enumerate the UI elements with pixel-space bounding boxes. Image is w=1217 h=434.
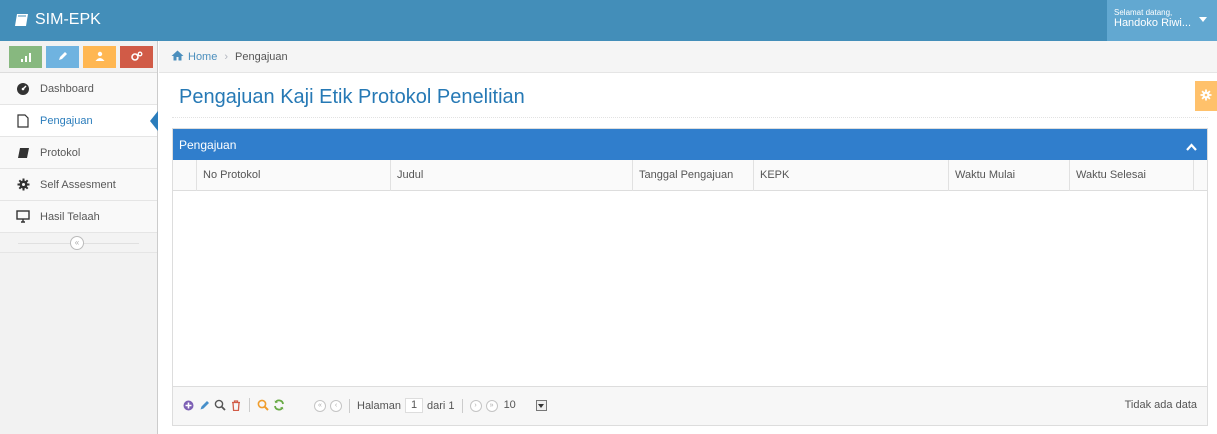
zoom-icon[interactable] [214, 399, 226, 411]
breadcrumb-home-label: Home [188, 50, 218, 63]
users-icon[interactable] [83, 45, 116, 68]
brand[interactable]: SIM-EPK [14, 11, 101, 29]
column-header-waktu-selesai[interactable]: Waktu Selesai [1070, 160, 1194, 191]
first-page-icon[interactable]: « [314, 399, 326, 412]
title-divider [172, 117, 1208, 118]
pager-actions [182, 398, 285, 412]
dashboard-icon [16, 82, 30, 96]
add-circle-icon[interactable] [182, 399, 194, 411]
sidebar-collapse-row: « [0, 233, 157, 253]
sidebar-item-label: Pengajuan [40, 114, 93, 127]
ace-settings-button[interactable] [1195, 81, 1217, 111]
trash-icon[interactable] [230, 399, 242, 411]
caret-down-icon [1199, 17, 1207, 22]
collapse-grid-chevron-up-icon[interactable] [1186, 140, 1197, 154]
user-name: Handoko Riwi... [1114, 17, 1192, 29]
dropdown-arrow-icon[interactable] [535, 400, 547, 411]
user-menu[interactable]: Selamat datang, Handoko Riwi... [1107, 0, 1217, 41]
column-header-kepk[interactable]: KEPK [754, 160, 949, 191]
book-icon [16, 146, 30, 160]
page-label: Halaman [357, 399, 402, 412]
next-page-icon[interactable]: › [469, 399, 482, 412]
cogs-icon[interactable] [120, 45, 153, 68]
sidebar-item-self-assesment[interactable]: Self Assesment [0, 169, 157, 201]
sidebar-item-protokol[interactable]: Protokol [0, 137, 157, 169]
page-title: Pengajuan Kaji Etik Protokol Penelitian [179, 86, 525, 108]
collapse-sidebar-button[interactable]: « [70, 236, 84, 250]
pager-navigation: « ‹ Halaman 1 dari 1 › » 10 [314, 398, 547, 413]
page-total-label: dari 1 [427, 399, 455, 412]
book-icon [14, 13, 29, 27]
grid-pager: « ‹ Halaman 1 dari 1 › » 10 Tidak ada da… [173, 386, 1207, 425]
column-header-judul[interactable]: Judul [391, 160, 633, 191]
file-icon [16, 113, 30, 128]
sidebar-item-pengajuan[interactable]: Pengajuan [0, 105, 158, 137]
sidebar: Dashboard Pengajuan Protokol Self Assesm… [0, 41, 158, 434]
breadcrumb-home-link[interactable]: Home [171, 50, 217, 64]
sidebar-shortcuts [0, 41, 157, 73]
monitor-icon [16, 210, 30, 224]
sidebar-item-label: Self Assesment [40, 178, 116, 191]
signal-icon[interactable] [9, 45, 42, 68]
pencil-icon[interactable] [46, 45, 79, 68]
last-page-icon[interactable]: » [485, 399, 498, 412]
pengajuan-grid: Pengajuan No Protokol Judul Tanggal Peng… [172, 128, 1208, 426]
sidebar-item-dashboard[interactable]: Dashboard [0, 73, 157, 105]
grid-header-row: No Protokol Judul Tanggal Pengajuan KEPK… [173, 160, 1207, 191]
sidebar-item-label: Protokol [40, 146, 81, 159]
refresh-icon[interactable] [273, 399, 285, 411]
column-rownum [173, 160, 197, 191]
grid-body [173, 191, 1207, 386]
pager-divider [461, 398, 463, 413]
pager-divider [349, 398, 350, 413]
home-icon [171, 50, 184, 64]
page-number-input[interactable]: 1 [405, 398, 424, 413]
prev-page-icon[interactable]: ‹ [330, 399, 342, 412]
grid-caption-label: Pengajuan [179, 137, 237, 152]
navbar: SIM-EPK Selamat datang, Handoko Riwi... [0, 0, 1217, 41]
column-header-no-protokol[interactable]: No Protokol [197, 160, 391, 191]
pencil-icon[interactable] [198, 399, 210, 411]
sidebar-item-hasil-telaah[interactable]: Hasil Telaah [0, 201, 157, 233]
pager-divider [249, 398, 250, 412]
breadcrumb-current: Pengajuan [235, 50, 288, 63]
grid-caption: Pengajuan [173, 129, 1207, 160]
gear-icon [16, 178, 30, 192]
search-icon[interactable] [257, 399, 269, 411]
sidebar-item-label: Hasil Telaah [40, 210, 100, 223]
active-indicator [150, 111, 158, 131]
cog-icon [1200, 89, 1212, 104]
breadcrumb: Home › Pengajuan [159, 41, 1217, 73]
breadcrumb-separator-icon: › [224, 50, 229, 63]
column-header-tanggal-pengajuan[interactable]: Tanggal Pengajuan [633, 160, 754, 191]
pager-record-info: Tidak ada data [1124, 399, 1197, 411]
sidebar-item-label: Dashboard [40, 82, 94, 95]
rows-per-page-select[interactable]: 10 [502, 398, 532, 413]
brand-label: SIM-EPK [35, 11, 101, 28]
column-header-waktu-mulai[interactable]: Waktu Mulai [949, 160, 1070, 191]
